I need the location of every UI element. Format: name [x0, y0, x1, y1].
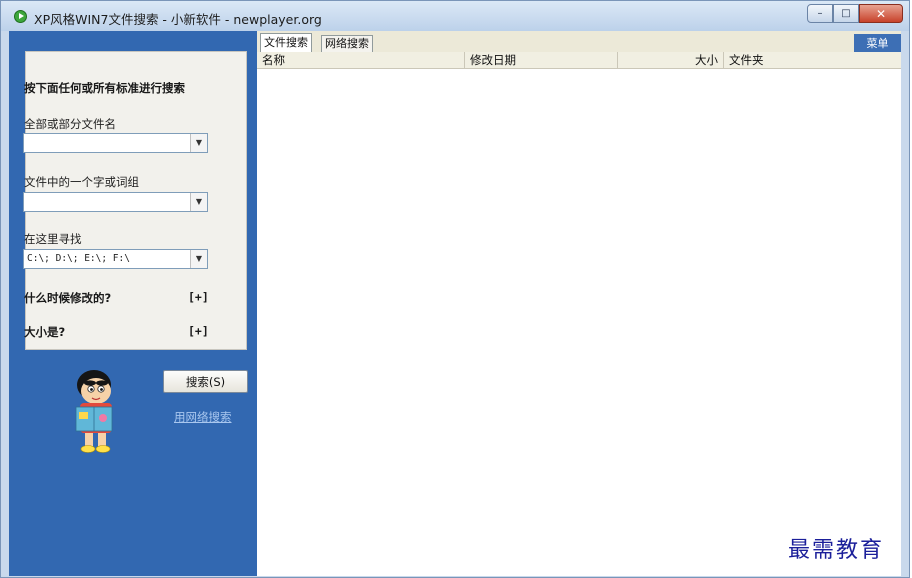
results-list[interactable] — [257, 69, 901, 576]
maximize-button[interactable]: □ — [833, 4, 859, 23]
modified-time-expander[interactable]: [+] — [188, 290, 209, 304]
column-folder[interactable]: 文件夹 — [724, 52, 901, 68]
minimize-button[interactable]: – — [807, 4, 833, 23]
client-area: 按下面任何或所有标准进行搜索 全部或部分文件名 ▼ 文件中的一个字或词组 ▼ 在… — [9, 31, 901, 576]
chevron-down-icon[interactable]: ▼ — [190, 250, 207, 268]
word-label: 文件中的一个字或词组 — [24, 175, 139, 189]
title-bar[interactable]: XP风格WIN7文件搜索 - 小新软件 - newplayer.org – □ … — [1, 1, 909, 31]
word-combobox[interactable]: ▼ — [23, 192, 208, 212]
window-controls: – □ ✕ — [807, 4, 903, 23]
location-combobox[interactable]: C:\; D:\; E:\; F:\ ▼ — [23, 249, 208, 269]
chevron-down-icon[interactable]: ▼ — [190, 193, 207, 211]
app-window: XP风格WIN7文件搜索 - 小新软件 - newplayer.org – □ … — [0, 0, 910, 578]
column-modified-date[interactable]: 修改日期 — [465, 52, 618, 68]
chevron-down-icon[interactable]: ▼ — [190, 134, 207, 152]
window-title: XP风格WIN7文件搜索 - 小新软件 - newplayer.org — [34, 12, 322, 27]
app-icon — [14, 10, 27, 23]
size-label[interactable]: 大小是? — [24, 324, 65, 340]
search-button[interactable]: 搜索(S) — [163, 370, 248, 393]
results-pane: 文件搜索 网络搜索 菜单 名称 修改日期 大小 文件夹 — [257, 31, 901, 576]
search-sidebar: 按下面任何或所有标准进行搜索 全部或部分文件名 ▼ 文件中的一个字或词组 ▼ 在… — [9, 31, 257, 576]
mascot-image — [75, 370, 113, 453]
watermark-text: 最需教育 — [788, 538, 885, 563]
column-name[interactable]: 名称 — [257, 52, 465, 68]
criteria-heading: 按下面任何或所有标准进行搜索 — [24, 81, 185, 95]
column-size[interactable]: 大小 — [618, 52, 724, 68]
modified-time-label[interactable]: 什么时候修改的? — [24, 290, 111, 306]
tab-strip: 文件搜索 网络搜索 菜单 — [257, 31, 901, 52]
menu-button[interactable]: 菜单 — [854, 34, 901, 52]
tab-network-search[interactable]: 网络搜索 — [321, 35, 373, 52]
close-button[interactable]: ✕ — [859, 4, 903, 23]
filename-label: 全部或部分文件名 — [24, 117, 116, 131]
location-value: C:\; D:\; E:\; F:\ — [27, 253, 130, 264]
tab-file-search[interactable]: 文件搜索 — [260, 33, 312, 52]
column-header: 名称 修改日期 大小 文件夹 — [257, 52, 901, 69]
filename-combobox[interactable]: ▼ — [23, 133, 208, 153]
location-label: 在这里寻找 — [24, 232, 82, 246]
size-expander[interactable]: [+] — [188, 324, 209, 338]
network-search-link[interactable]: 用网络搜索 — [174, 409, 232, 425]
